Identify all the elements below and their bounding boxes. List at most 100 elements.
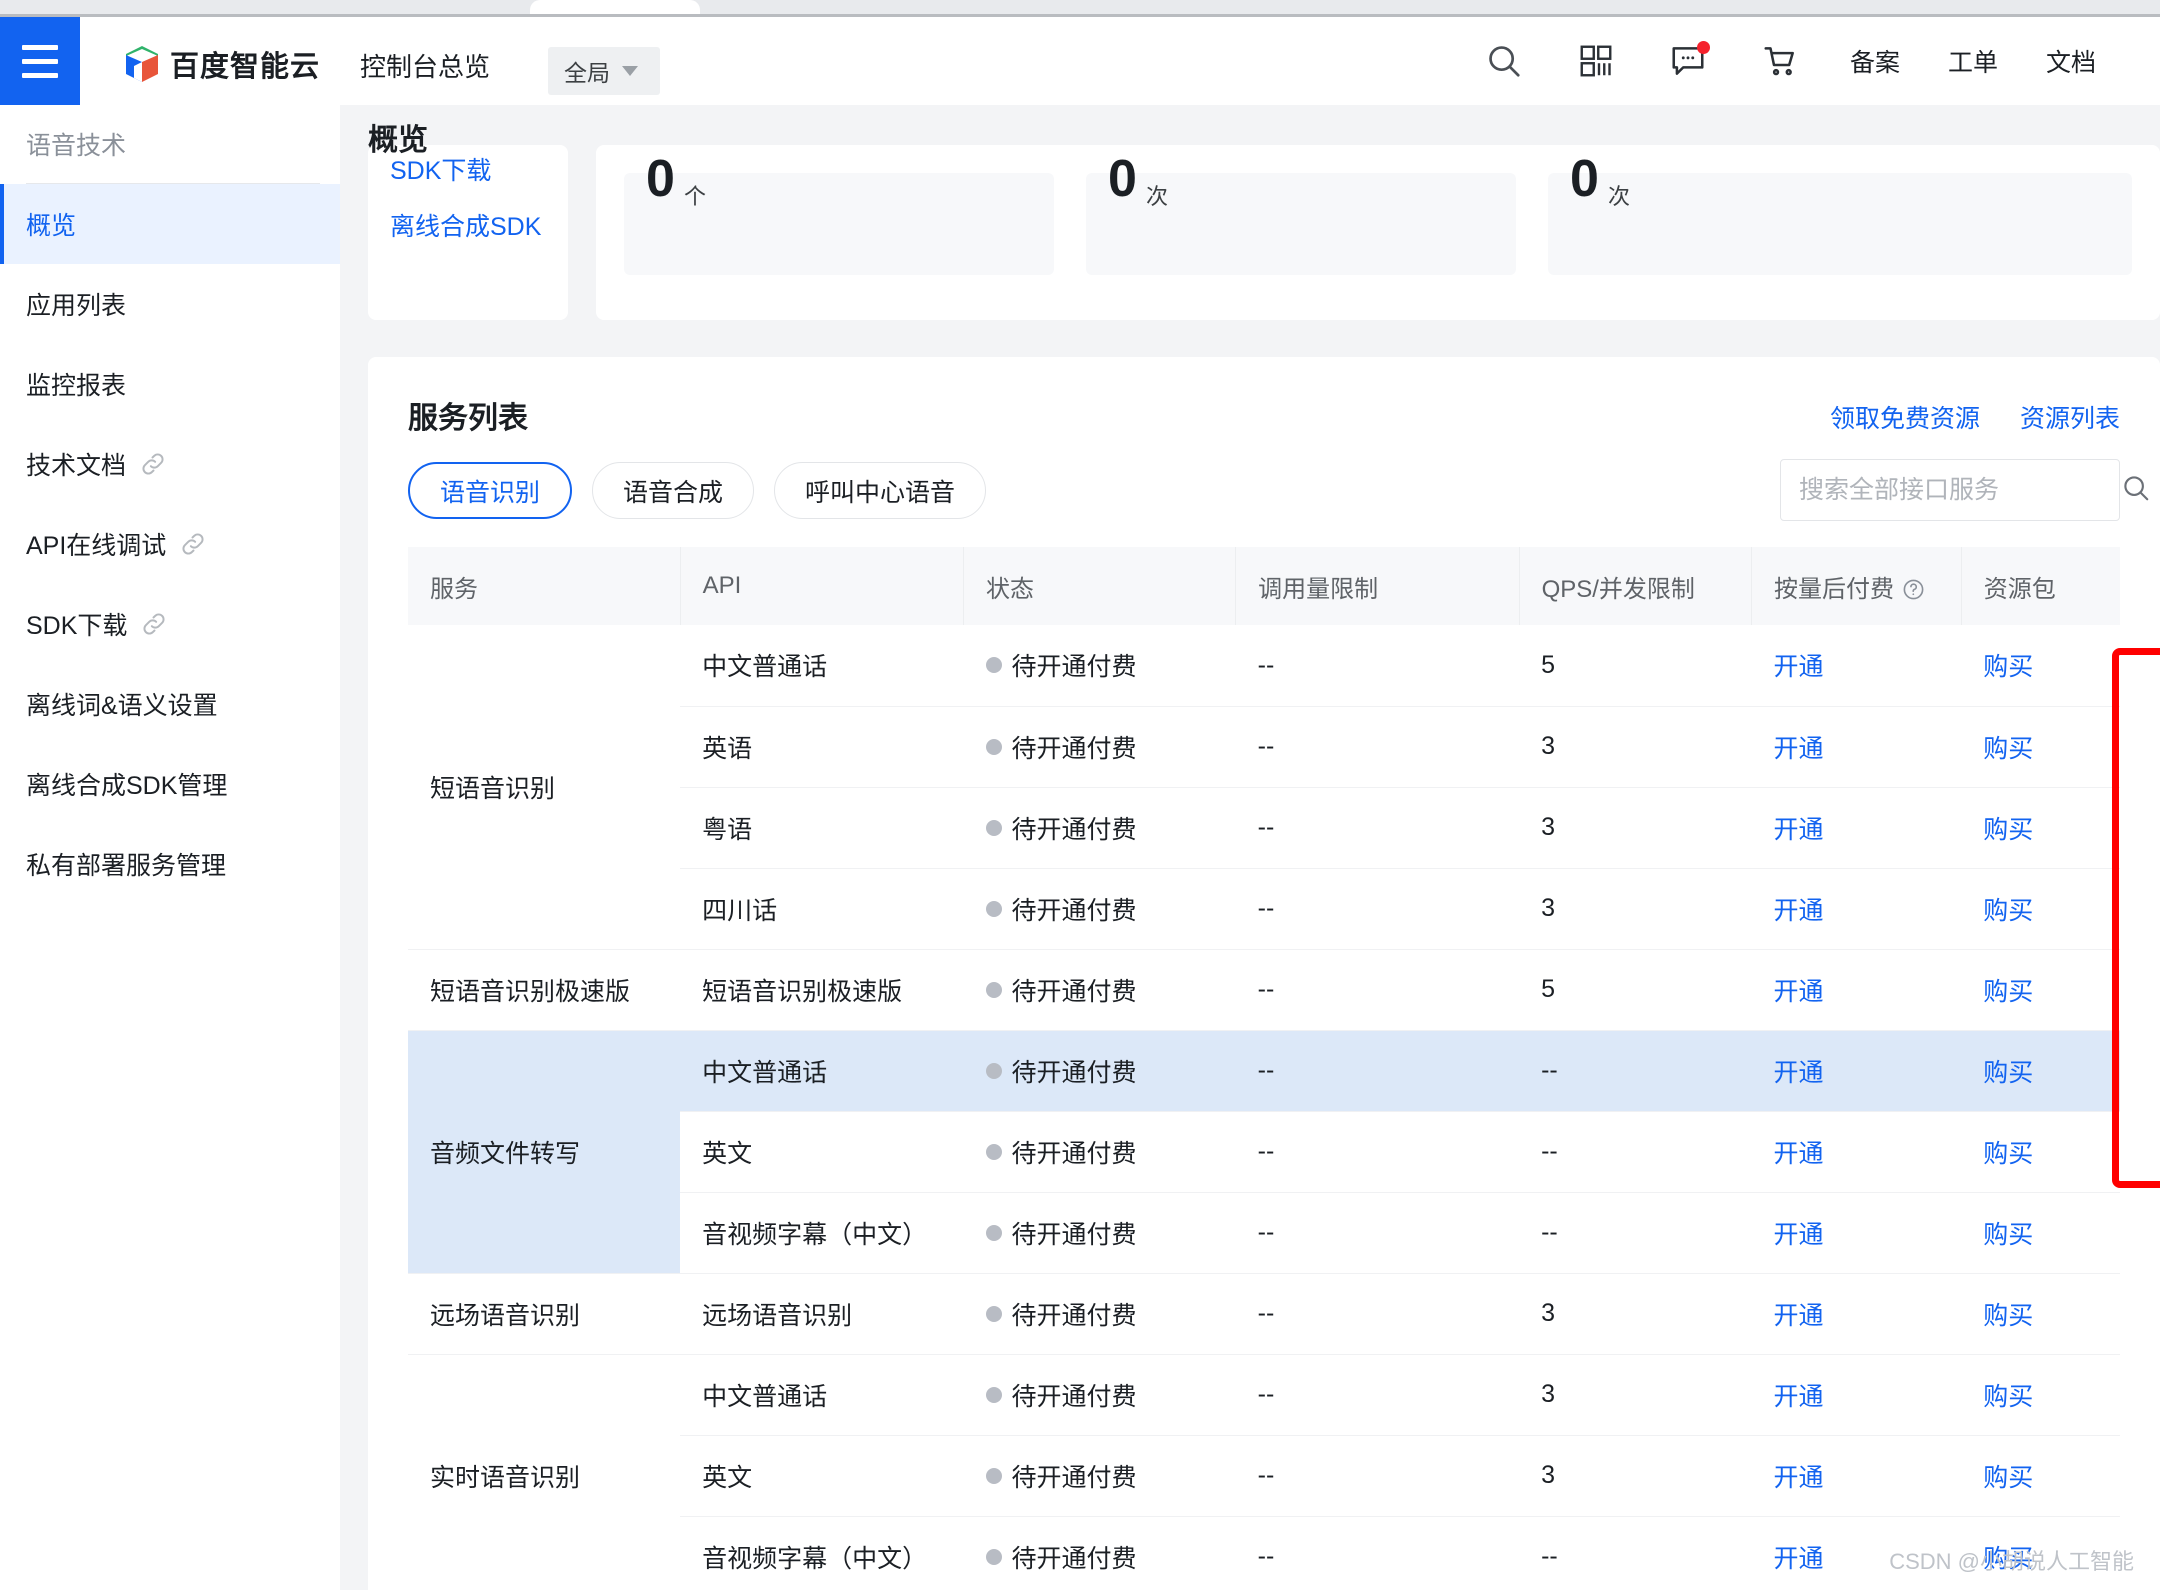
table-cell-pay-as-you-go[interactable]: 开通 (1751, 706, 1962, 788)
table-cell-status: 待开通付费 (963, 1273, 1236, 1355)
table-cell-resource-pack-text[interactable]: 购买 (1983, 1221, 2033, 1249)
status-dot-icon (985, 900, 1002, 917)
tab-0[interactable]: 语音识别 (408, 462, 573, 519)
table-cell-pay-as-you-go[interactable]: 开通 (1751, 1030, 1962, 1112)
header-link-beian[interactable]: 备案 (1826, 43, 1924, 79)
table-cell-resource-pack[interactable]: 购买 (1961, 868, 2120, 950)
sidebar-item-2[interactable]: 监控报表 (0, 344, 340, 424)
table-cell-resource-pack[interactable]: 购买 (1961, 1354, 2120, 1436)
table-cell-resource-pack-text[interactable]: 购买 (1983, 897, 2033, 925)
region-selector-label: 全局 (564, 60, 610, 86)
apps-icon[interactable] (1550, 17, 1642, 105)
browser-tab[interactable] (530, 0, 700, 14)
table-cell-qps-limit-text: 5 (1541, 975, 1555, 1003)
table-cell-pay-as-you-go[interactable]: 开通 (1751, 1273, 1962, 1355)
table-col-header-0: 服务 (408, 547, 681, 625)
table-cell-pay-as-you-go-text[interactable]: 开通 (1773, 897, 1823, 925)
table-cell-resource-pack-text[interactable]: 购买 (1983, 735, 2033, 763)
cart-icon[interactable] (1734, 17, 1826, 105)
table-cell-resource-pack-text[interactable]: 购买 (1983, 1059, 2033, 1087)
table-cell-resource-pack-text[interactable]: 购买 (1983, 653, 2033, 681)
table-cell-pay-as-you-go[interactable]: 开通 (1751, 868, 1962, 950)
sidebar-item-5[interactable]: SDK下载 (0, 584, 340, 664)
table-row[interactable]: 远场语音识别 远场语音识别 待开通付费 -- 3 开通 购买 (408, 1273, 2120, 1355)
table-cell-pay-as-you-go-text[interactable]: 开通 (1773, 1059, 1823, 1087)
table-cell-resource-pack-text[interactable]: 购买 (1983, 816, 2033, 844)
tab-1[interactable]: 语音合成 (592, 462, 755, 519)
table-cell-pay-as-you-go-text[interactable]: 开通 (1773, 1140, 1823, 1168)
table-row[interactable]: 短语音识别 中文普通话 待开通付费 -- 5 开通 购买 (408, 625, 2120, 950)
table-cell-pay-as-you-go-text[interactable]: 开通 (1773, 1221, 1823, 1249)
external-link-icon (180, 531, 206, 557)
table-cell-pay-as-you-go-text[interactable]: 开通 (1773, 735, 1823, 763)
table-cell-resource-pack[interactable]: 购买 (1961, 1192, 2120, 1274)
table-cell-resource-pack[interactable]: 购买 (1961, 625, 2120, 707)
table-cell-quota-limit-text: -- (1257, 1218, 1275, 1246)
table-row[interactable]: 短语音识别极速版 短语音识别极速版 待开通付费 -- 5 开通 购买 (408, 949, 2120, 1031)
sidebar-item-4[interactable]: API在线调试 (0, 504, 340, 584)
table-cell-pay-as-you-go[interactable]: 开通 (1751, 1435, 1962, 1517)
search-input[interactable] (1799, 475, 2121, 505)
table-cell-resource-pack-text[interactable]: 购买 (1983, 1464, 2033, 1492)
sidebar: 语音技术 概览 应用列表 监控报表 技术文档 API在线调试 SDK下载 离线词&语义设置离… (0, 105, 340, 1590)
table-cell-resource-pack[interactable]: 购买 (1961, 1030, 2120, 1112)
table-row[interactable]: 实时语音识别 中文普通话 待开通付费 -- 3 开通 购买 (408, 1354, 2120, 1590)
table-col-header-label: 服务 (430, 575, 478, 603)
table-cell-pay-as-you-go-text[interactable]: 开通 (1773, 1302, 1823, 1330)
table-cell-pay-as-you-go[interactable]: 开通 (1751, 787, 1962, 869)
table-cell-resource-pack-text[interactable]: 购买 (1983, 1140, 2033, 1168)
table-cell-service-group: 实时语音识别 (408, 1354, 681, 1590)
region-selector[interactable]: 全局 (548, 47, 660, 95)
service-table-wrapper: 服务 API 状态 调用量限制 QPS/并发限制 按量后付费 资源包 短语音识别 中文普通话待… (408, 547, 2120, 1590)
stat-tile: 0 次 (1086, 150, 1516, 275)
table-cell-pay-as-you-go-text[interactable]: 开通 (1773, 1464, 1823, 1492)
free-resources-link[interactable]: 领取免费资源 (1830, 399, 1980, 435)
table-cell-resource-pack[interactable]: 购买 (1961, 1435, 2120, 1517)
table-cell-pay-as-you-go-text[interactable]: 开通 (1773, 1383, 1823, 1411)
table-cell-api-text: 中文普通话 (702, 1382, 828, 1411)
table-col-header-label: 资源包 (1983, 575, 2056, 603)
table-cell-qps-limit-text: -- (1541, 1218, 1558, 1246)
quick-link-offline-tts-sdk[interactable]: 离线合成SDK (390, 207, 541, 243)
table-cell-resource-pack[interactable]: 购买 (1961, 949, 2120, 1031)
table-cell-api: 英语 (680, 706, 964, 788)
sidebar-item-0[interactable]: 概览 (0, 184, 340, 264)
sidebar-item-1[interactable]: 应用列表 (0, 264, 340, 344)
table-cell-resource-pack[interactable]: 购买 (1961, 787, 2120, 869)
table-cell-pay-as-you-go-text[interactable]: 开通 (1773, 816, 1823, 844)
table-cell-pay-as-you-go[interactable]: 开通 (1751, 625, 1962, 707)
message-icon[interactable] (1642, 17, 1734, 105)
table-cell-resource-pack[interactable]: 购买 (1961, 1273, 2120, 1355)
table-cell-resource-pack-text[interactable]: 购买 (1983, 1302, 2033, 1330)
table-cell-pay-as-you-go-text[interactable]: 开通 (1773, 1545, 1823, 1573)
sidebar-item-8[interactable]: 私有部署服务管理 (0, 824, 340, 904)
header-link-ticket[interactable]: 工单 (1924, 43, 2022, 79)
service-search-box[interactable] (1780, 459, 2149, 521)
menu-hamburger-button[interactable] (0, 17, 80, 105)
table-cell-api: 音视频字幕（中文） (680, 1516, 964, 1590)
sidebar-item-6[interactable]: 离线词&语义设置 (0, 664, 340, 744)
status-badge: 待开通付费 (1011, 1544, 1137, 1573)
search-icon[interactable] (2121, 473, 2151, 508)
table-cell-pay-as-you-go[interactable]: 开通 (1751, 1111, 1962, 1193)
table-cell-pay-as-you-go-text[interactable]: 开通 (1773, 978, 1823, 1006)
table-cell-resource-pack-text[interactable]: 购买 (1983, 978, 2033, 1006)
brand-logo-link[interactable]: 百度智能云 (124, 43, 320, 85)
table-cell-pay-as-you-go-text[interactable]: 开通 (1773, 653, 1823, 681)
table-cell-resource-pack-text[interactable]: 购买 (1983, 1383, 2033, 1411)
table-cell-pay-as-you-go[interactable]: 开通 (1751, 1192, 1962, 1274)
table-cell-pay-as-you-go[interactable]: 开通 (1751, 1354, 1962, 1436)
resource-list-link[interactable]: 资源列表 (2020, 399, 2120, 435)
sidebar-item-3[interactable]: 技术文档 (0, 424, 340, 504)
table-cell-status: 待开通付费 (963, 706, 1236, 788)
header-link-docs[interactable]: 文档 (2022, 43, 2120, 79)
table-cell-pay-as-you-go[interactable]: 开通 (1751, 949, 1962, 1031)
table-cell-resource-pack[interactable]: 购买 (1961, 706, 2120, 788)
stat-value: 0 (1570, 150, 1599, 208)
sidebar-item-7[interactable]: 离线合成SDK管理 (0, 744, 340, 824)
question-circle-icon[interactable] (1902, 576, 1925, 603)
table-cell-resource-pack[interactable]: 购买 (1961, 1111, 2120, 1193)
table-row[interactable]: 音频文件转写 中文普通话 待开通付费 -- -- 开通 购买 (408, 1030, 2120, 1274)
search-icon[interactable] (1458, 17, 1550, 105)
tab-2[interactable]: 呼叫中心语音 (774, 462, 987, 519)
